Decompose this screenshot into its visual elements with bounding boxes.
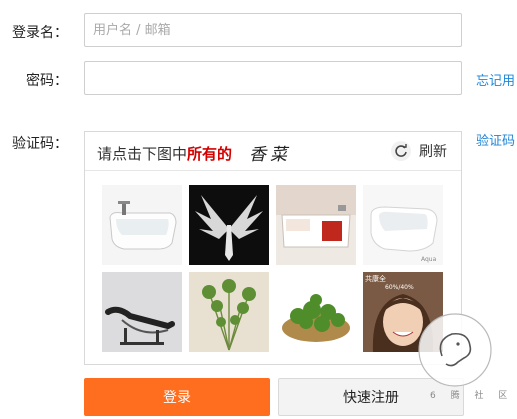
captcha-header: 请点击下图中所有的 香菜 刷新	[85, 132, 461, 171]
lounge-chair-image	[102, 272, 182, 352]
watermark-text: 6 腾 社 区	[430, 391, 514, 401]
captcha-panel: 请点击下图中所有的 香菜 刷新 Aqua 共康全 60%/40%	[84, 131, 462, 365]
login-button[interactable]: 登录	[84, 378, 270, 416]
username-input[interactable]	[84, 13, 462, 47]
password-label: 密码：	[26, 73, 68, 89]
captcha-tile-1[interactable]	[102, 185, 182, 265]
coriander-image	[189, 272, 269, 352]
captcha-refresh-button[interactable]: 刷新	[391, 141, 447, 161]
captcha-prompt-text: 请点击下图中	[97, 145, 188, 163]
refresh-icon	[391, 141, 411, 161]
svg-text:Aqua: Aqua	[421, 256, 437, 263]
captcha-label: 验证码：	[12, 136, 68, 152]
bathtub-image: Aqua	[363, 185, 443, 265]
captcha-tile-2[interactable]	[189, 185, 269, 265]
captcha-tile-6[interactable]	[189, 272, 269, 352]
captcha-help-link[interactable]: 验证码	[476, 130, 515, 149]
password-input[interactable]	[84, 61, 462, 95]
captcha-tile-5[interactable]	[102, 272, 182, 352]
captcha-tile-7[interactable]	[276, 272, 356, 352]
bathtub-image	[276, 185, 356, 265]
captcha-target-word: 香菜	[249, 145, 291, 165]
wings-emblem-image	[189, 185, 269, 265]
woman-photo-caption: 共康全	[365, 275, 386, 283]
captcha-tile-3[interactable]	[276, 185, 356, 265]
coriander-image	[276, 272, 356, 352]
captcha-prompt: 请点击下图中所有的	[97, 143, 232, 164]
captcha-tile-4[interactable]: Aqua	[363, 185, 443, 265]
captcha-prompt-highlight: 所有的	[187, 145, 233, 163]
bathtub-image	[102, 185, 182, 265]
username-label: 登录名：	[12, 25, 68, 41]
refresh-label: 刷新	[419, 144, 447, 160]
watermark-logo-icon	[418, 313, 492, 387]
community-watermark: 6 腾 社 区	[412, 310, 507, 410]
forgot-password-link[interactable]: 忘记用	[476, 70, 515, 89]
woman-photo-subcaption: 60%/40%	[385, 284, 414, 291]
